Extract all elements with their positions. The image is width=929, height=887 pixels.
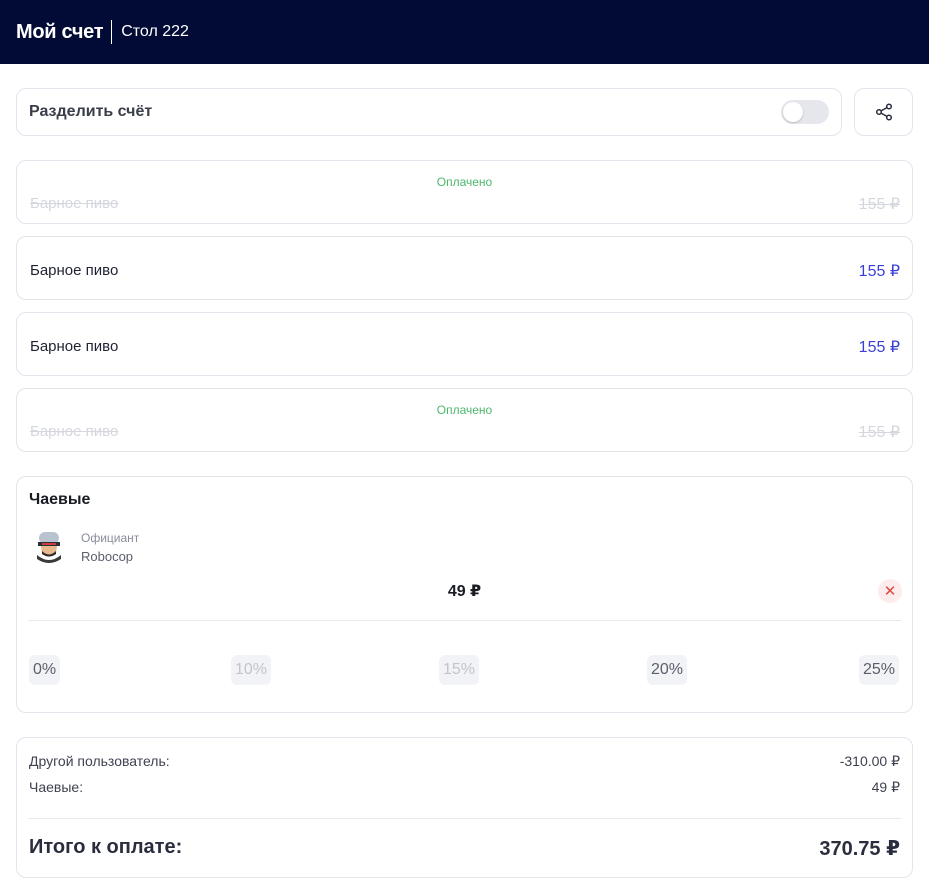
item-price: 155 ₽ xyxy=(858,339,900,356)
app-header: Мой счет Стол 222 xyxy=(0,0,929,64)
tips-label: Чаевые: xyxy=(29,779,84,795)
waiter-avatar xyxy=(34,531,64,563)
summary-card: Другой пользователь: -310.00 ₽ Чаевые: 4… xyxy=(16,737,913,878)
tip-option-20[interactable]: 20% xyxy=(647,655,688,685)
share-button[interactable] xyxy=(854,88,913,136)
split-bill-toggle[interactable] xyxy=(781,100,829,124)
tip-option-25[interactable]: 25% xyxy=(859,655,900,685)
order-item[interactable]: Барное пиво 155 ₽ xyxy=(16,236,913,300)
item-name: Барное пиво xyxy=(30,195,119,212)
summary-row: Чаевые: 49 ₽ xyxy=(29,779,900,796)
divider xyxy=(28,818,901,819)
header-divider xyxy=(111,20,113,44)
order-item[interactable]: Оплачено Барное пиво 155 ₽ xyxy=(16,160,913,224)
paid-status: Оплачено xyxy=(436,403,493,417)
item-price: 155 ₽ xyxy=(858,263,900,280)
toggle-knob xyxy=(783,102,803,122)
waiter-name: Robocop xyxy=(81,549,134,564)
close-icon: ✕ xyxy=(883,583,897,600)
other-user-label: Другой пользователь: xyxy=(29,753,170,769)
total-value: 370.75 ₽ xyxy=(819,838,900,860)
other-user-value: -310.00 ₽ xyxy=(839,753,900,769)
summary-row: Другой пользователь: -310.00 ₽ xyxy=(29,753,900,770)
order-item[interactable]: Оплачено Барное пиво 155 ₽ xyxy=(16,388,913,452)
clear-tip-button[interactable]: ✕ xyxy=(878,579,902,603)
tips-value: 49 ₽ xyxy=(871,779,900,795)
tip-option-15[interactable]: 15% xyxy=(439,655,480,685)
item-price: 155 ₽ xyxy=(858,424,900,441)
total-row: Итого к оплате: 370.75 ₽ xyxy=(29,836,900,861)
item-name: Барное пиво xyxy=(30,423,119,440)
tips-card: Чаевые Официант Robocop 49 ₽ ✕ 0% 10% 15… xyxy=(16,476,913,713)
page-title: Мой счет xyxy=(16,20,104,43)
table-number: Стол 222 xyxy=(121,23,189,40)
total-label: Итого к оплате: xyxy=(29,836,183,858)
split-bill-row[interactable]: Разделить счёт xyxy=(16,88,842,136)
tip-option-10[interactable]: 10% xyxy=(231,655,272,685)
paid-status: Оплачено xyxy=(436,175,493,189)
share-icon xyxy=(875,103,892,121)
item-name: Барное пиво xyxy=(30,262,119,279)
tip-option-0[interactable]: 0% xyxy=(29,655,61,685)
tip-amount: 49 ₽ xyxy=(447,583,482,600)
item-price: 155 ₽ xyxy=(858,196,900,213)
order-item[interactable]: Барное пиво 155 ₽ xyxy=(16,312,913,376)
item-name: Барное пиво xyxy=(30,338,119,355)
split-bill-label: Разделить счёт xyxy=(29,103,153,120)
waiter-role: Официант xyxy=(81,531,140,545)
divider xyxy=(28,620,901,621)
tips-title: Чаевые xyxy=(29,491,91,508)
